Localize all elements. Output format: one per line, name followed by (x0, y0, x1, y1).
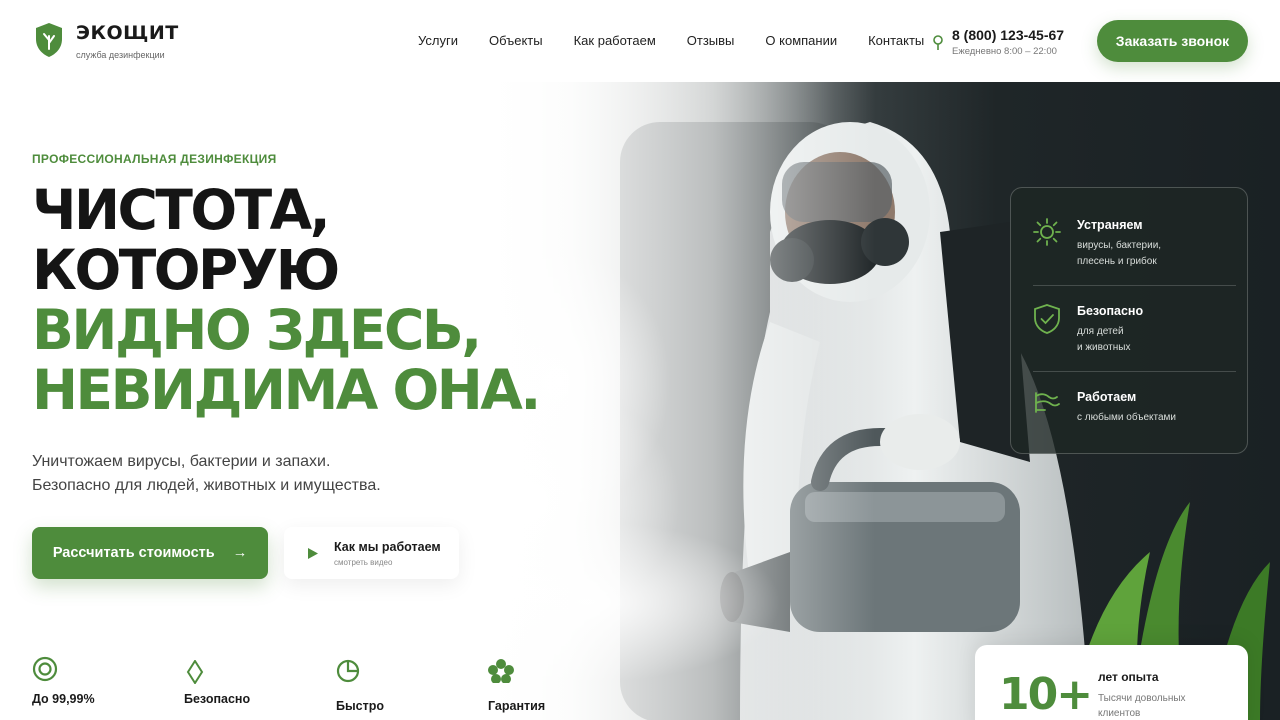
arrow-right-icon: → (232, 545, 248, 561)
clock-pie-icon (336, 659, 360, 683)
headline-line-1: ЧИСТОТА, (32, 178, 331, 242)
benefit-desc: для детей и животных (1077, 326, 1131, 353)
benefit-desc: с любыми объектами (1077, 412, 1177, 423)
divider (1033, 285, 1236, 286)
site-header: ЭКОЩИТ служба дезинфекции Услуги Объекты… (0, 0, 1280, 82)
hero-eyebrow: ПРОФЕССИОНАЛЬНАЯ ДЕЗИНФЕКЦИЯ (32, 152, 277, 166)
watch-video-button[interactable]: Как мы работаем смотреть видео (284, 527, 459, 579)
feature-guarantee: Гарантия (488, 659, 628, 713)
main-nav: Услуги Объекты Как работаем Отзывы О ком… (418, 33, 955, 48)
benefit-item-eliminate: Устраняем вирусы, бактерии, плесень и гр… (1033, 218, 1233, 270)
feature-speed: Быстро (336, 659, 476, 713)
benefit-item-safe: Безопасно для детей и животных (1033, 304, 1233, 356)
experience-desc: Тысячи довольных клиентов (1098, 693, 1186, 719)
lead-line-1: Уничтожаем вирусы, бактерии и запахи. (32, 453, 331, 470)
nav-item-contacts[interactable]: Контакты (868, 33, 924, 48)
benefit-title: Безопасно (1077, 304, 1144, 318)
shield-check-icon (1034, 304, 1060, 334)
benefit-desc: вирусы, бактерии, плесень и грибок (1077, 240, 1162, 267)
feature-label: До 99,99% (32, 692, 95, 706)
nav-item-services[interactable]: Услуги (418, 33, 458, 48)
location-pin-icon (933, 35, 943, 50)
experience-value: 10+ (999, 669, 1093, 720)
feature-label: Гарантия (488, 699, 546, 713)
play-icon (308, 547, 318, 559)
phone-number[interactable]: 8 (800) 123-45-67 (952, 27, 1064, 43)
video-title: Как мы работаем (334, 539, 441, 554)
hero-headline: ЧИСТОТА, КОТОРУЮ ВИДНО ЗДЕСЬ, НЕВИДИМА О… (32, 178, 541, 422)
video-subtitle: смотреть видео (334, 557, 393, 567)
logo[interactable]: ЭКОЩИТ служба дезинфекции (34, 22, 179, 60)
benefit-title: Устраняем (1077, 218, 1143, 232)
virus-icon (1033, 218, 1061, 246)
brand-tagline: служба дезинфекции (76, 50, 165, 60)
target-icon (32, 656, 58, 682)
feature-efficiency: До 99,99% (32, 656, 172, 706)
feature-label: Быстро (336, 699, 385, 713)
lead-line-2: Безопасно для людей, животных и имуществ… (32, 477, 381, 494)
headline-line-2: КОТОРУЮ (32, 238, 340, 302)
benefit-item-objects: Работаем с любыми объектами (1033, 390, 1233, 426)
nav-item-reviews[interactable]: Отзывы (687, 33, 735, 48)
experience-card: 10+ лет опыта Тысячи довольных клиентов (975, 645, 1248, 720)
benefit-title: Работаем (1077, 390, 1137, 404)
calculate-cost-button[interactable]: Рассчитать стоимость → (32, 527, 268, 579)
nav-item-how-we-work[interactable]: Как работаем (574, 33, 656, 48)
calculate-cost-label: Рассчитать стоимость (52, 545, 215, 561)
nav-item-about[interactable]: О компании (765, 33, 837, 48)
feature-safety: Безопасно (184, 660, 324, 706)
brand-name: ЭКОЩИТ (76, 22, 179, 44)
wind-icon (1035, 392, 1060, 413)
benefits-card: Устраняем вирусы, бактерии, плесень и гр… (1010, 187, 1248, 454)
headline-line-4: НЕВИДИМА ОНА. (32, 358, 541, 422)
order-call-button[interactable]: Заказать звонок (1097, 20, 1248, 62)
feature-label: Безопасно (184, 692, 251, 706)
experience-title: лет опыта (1098, 670, 1159, 684)
divider (1033, 371, 1236, 372)
headline-line-3: ВИДНО ЗДЕСЬ, (32, 298, 482, 362)
flower-icon (488, 659, 514, 683)
diamond-icon (186, 660, 204, 684)
hero-lead: Уничтожаем вирусы, бактерии и запахи. Бе… (32, 450, 381, 498)
working-hours: Ежедневно 8:00 – 22:00 (952, 46, 1057, 57)
shield-leaf-logo-icon (36, 23, 62, 57)
phone-block[interactable]: 8 (800) 123-45-67 Ежедневно 8:00 – 22:00 (932, 27, 1064, 57)
nav-item-objects[interactable]: Объекты (489, 33, 543, 48)
